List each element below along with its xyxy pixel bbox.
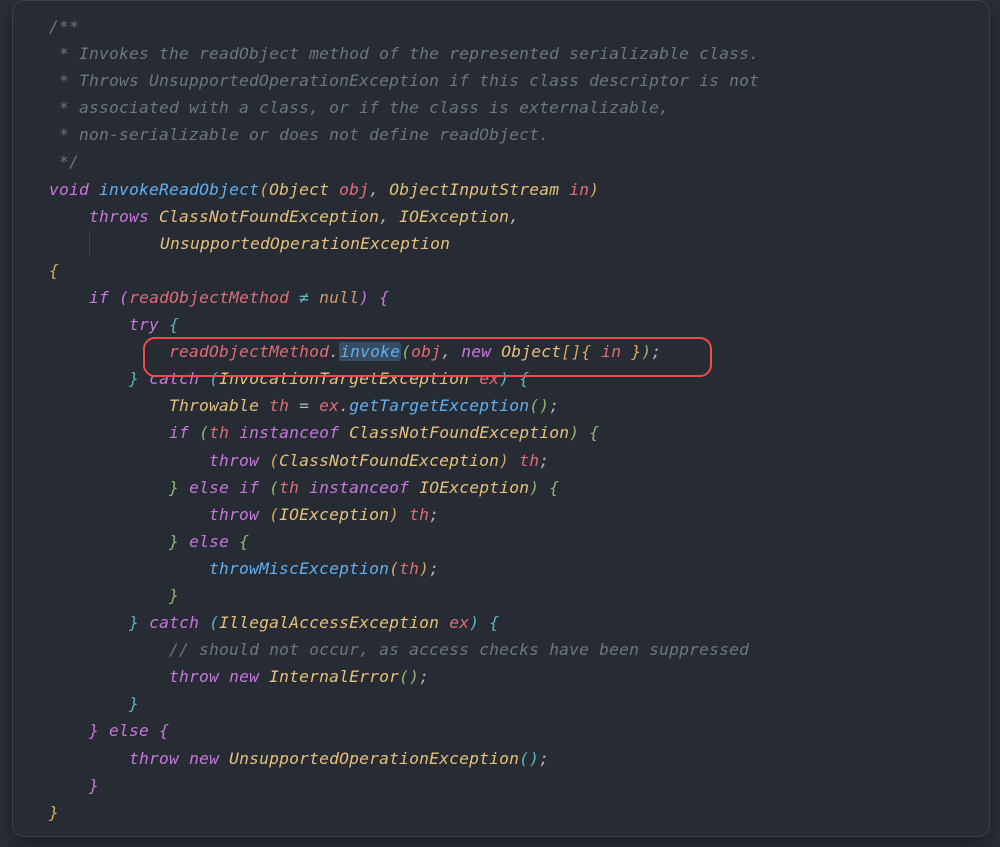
fn-getTargetException: getTargetException <box>349 396 529 415</box>
fn-throwMiscException: throwMiscException <box>209 559 389 578</box>
ty-CNFE: ClassNotFoundException <box>159 207 379 226</box>
comment-line: * non-serializable or does not define re… <box>49 125 549 144</box>
ty-Throwable: Throwable <box>169 396 259 415</box>
kw-void: void <box>49 180 89 199</box>
kw-else-if: else if <box>189 478 259 497</box>
code-block: /** * Invokes the readObject method of t… <box>13 1 989 837</box>
comment-line: * associated with a class, or if the cla… <box>49 98 669 117</box>
fn-invokeReadObject: invokeReadObject <box>99 180 259 199</box>
kw-else: else <box>189 532 229 551</box>
id-in: in <box>569 180 589 199</box>
ty-InternalError: InternalError <box>269 667 399 686</box>
kw-throws: throws <box>89 207 149 226</box>
id-obj: obj <box>339 180 369 199</box>
kw-catch: catch <box>149 369 199 388</box>
comment-inline: // should not occur, as access checks ha… <box>169 640 749 659</box>
ty-UOE: UnsupportedOperationException <box>160 234 450 253</box>
ty-Object: Object <box>269 180 329 199</box>
comment-line: */ <box>49 152 79 171</box>
kw-if: if <box>89 288 109 307</box>
id-readObjectMethod: readObjectMethod <box>129 288 289 307</box>
kw-try: try <box>129 315 159 334</box>
code-card: /** * Invokes the readObject method of t… <box>12 0 990 837</box>
ty-ITE: InvocationTargetException <box>219 369 469 388</box>
ty-ObjectInputStream: ObjectInputStream <box>389 180 559 199</box>
id-readObjectMethod: readObjectMethod <box>169 342 329 361</box>
ty-IOE: IOException <box>399 207 509 226</box>
comment-line: * Throws UnsupportedOperationException i… <box>49 71 759 90</box>
fn-invoke: invoke <box>339 342 401 361</box>
ty-IAE: IllegalAccessException <box>219 613 439 632</box>
comment-line: * Invokes the readObject method of the r… <box>49 44 759 63</box>
comment-line: /** <box>49 17 79 36</box>
lit-null: null <box>319 288 359 307</box>
